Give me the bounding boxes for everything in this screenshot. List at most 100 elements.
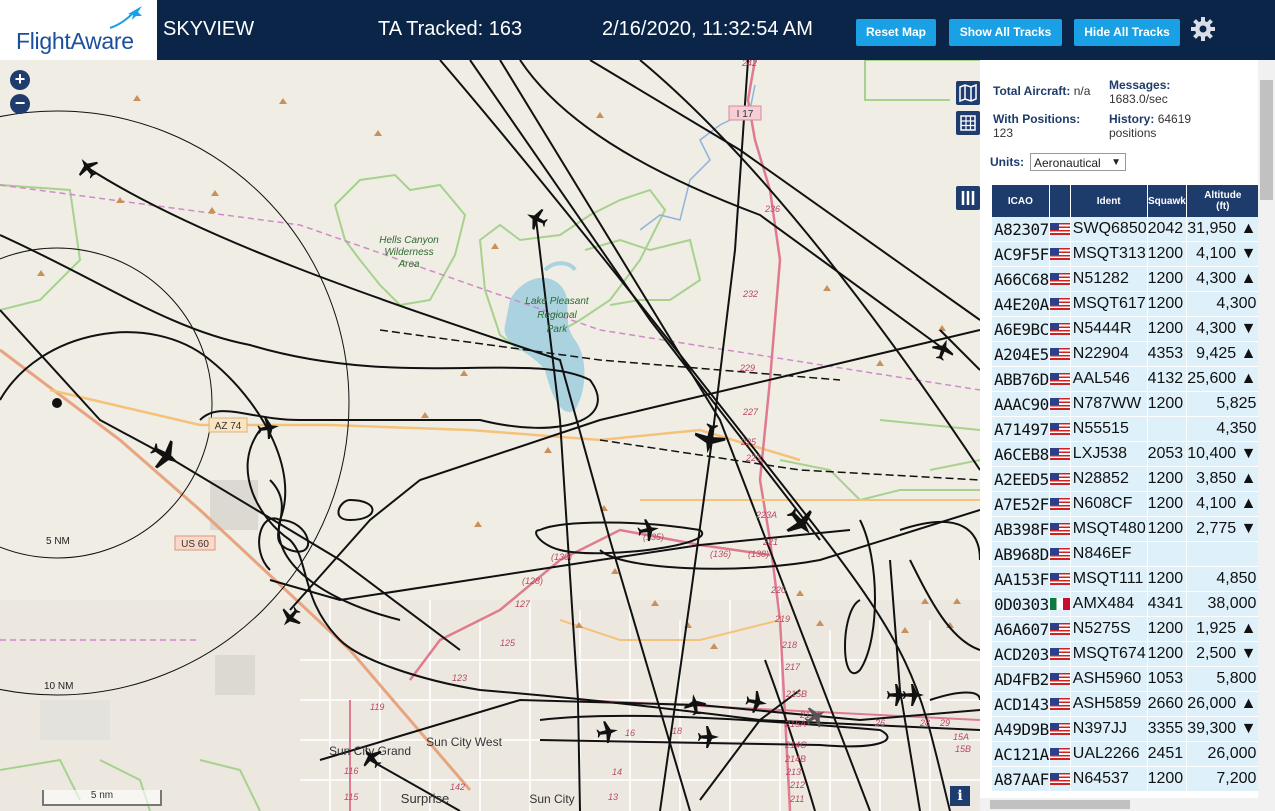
columns-icon[interactable] — [956, 186, 980, 210]
label-sun-city-west: Sun City West — [426, 735, 502, 749]
table-row[interactable]: A7E52F N608CF 1200 4,100 ▲ — [992, 492, 1259, 517]
table-row[interactable]: A6A607 N5275S 1200 1,925 ▲ — [992, 617, 1259, 642]
map-svg[interactable]: Hells Canyon Wilderness Area Lake Pleasa… — [0, 60, 980, 811]
show-all-tracks-button[interactable]: Show All Tracks — [949, 19, 1062, 46]
row-icao: AB968D — [992, 542, 1049, 567]
row-icao: A6CEB8 — [992, 442, 1049, 467]
table-row[interactable]: AB398F MSQT480 1200 2,775 ▼ — [992, 517, 1259, 542]
table-row[interactable]: AAAC90 N787WW 1200 5,825 — [992, 392, 1259, 417]
row-icao: AC121A — [992, 742, 1049, 767]
label-hells-canyon: Hells Canyon — [379, 235, 439, 246]
us-flag-icon — [1049, 322, 1070, 335]
row-squawk: 1200 — [1147, 617, 1187, 642]
row-flag — [1049, 392, 1070, 417]
table-row[interactable]: A2EED5 N28852 1200 3,850 ▲ — [992, 467, 1259, 492]
scale-bar: 5 nm — [42, 790, 162, 806]
table-row[interactable]: AC9F5F MSQT313 1200 4,100 ▼ — [992, 242, 1259, 267]
exit-213: 213 — [785, 767, 801, 777]
table-row[interactable]: 0D0303 AMX484 4341 38,000 — [992, 592, 1259, 617]
exit-15b: 15B — [955, 744, 971, 754]
row-flag — [1049, 442, 1070, 467]
row-squawk: 1200 — [1147, 317, 1187, 342]
reset-map-button[interactable]: Reset Map — [856, 19, 936, 46]
units-select[interactable]: Aeronautical ▼ — [1030, 153, 1126, 171]
exit-130: (130) — [551, 552, 572, 562]
table-row[interactable]: A204E5 N22904 4353 9,425 ▲ — [992, 342, 1259, 367]
exit-125: 125 — [500, 638, 516, 648]
table-row[interactable]: AD4FB2 ASH5960 1053 5,800 — [992, 667, 1259, 692]
aircraft-icon[interactable] — [145, 435, 186, 476]
row-altitude: 4,850 — [1187, 567, 1259, 592]
col-altitude[interactable]: Altitude (ft) — [1187, 185, 1259, 217]
map-layers-icon[interactable] — [956, 81, 980, 105]
col-ident[interactable]: Ident — [1070, 185, 1147, 217]
aircraft-icon[interactable] — [929, 336, 957, 363]
row-ident: N5444R — [1070, 317, 1147, 342]
row-ident: AAL546 — [1070, 367, 1147, 392]
total-aircraft-value: n/a — [1073, 84, 1091, 98]
row-flag — [1049, 467, 1070, 492]
row-ident: MSQT674 — [1070, 642, 1147, 667]
row-ident: MSQT313 — [1070, 242, 1147, 267]
exit-29: 29 — [939, 718, 950, 728]
horizontal-scrollbar[interactable] — [980, 798, 1258, 811]
table-row[interactable]: ACD143 ASH5859 2660 26,000 ▲ — [992, 692, 1259, 717]
row-altitude: 2,500 ▼ — [1187, 642, 1259, 667]
gear-icon[interactable] — [1190, 16, 1216, 42]
row-icao: A2EED5 — [992, 467, 1049, 492]
row-squawk: 1200 — [1147, 467, 1187, 492]
chevron-down-icon: ▼ — [1111, 157, 1121, 168]
units-label: Units: — [990, 155, 1024, 169]
grid-icon[interactable] — [956, 111, 980, 135]
exit-142: 142 — [450, 782, 465, 792]
row-squawk: 4353 — [1147, 342, 1187, 367]
hscroll-thumb[interactable] — [990, 800, 1130, 809]
exit-219: 219 — [774, 614, 790, 624]
table-row[interactable]: A82307 SWQ6850 2042 31,950 ▲ — [992, 217, 1259, 242]
exit-218: 218 — [781, 640, 797, 650]
altitude-unit: (ft) — [1216, 201, 1230, 212]
scroll-thumb[interactable] — [1260, 80, 1273, 200]
col-icao[interactable]: ICAO — [992, 185, 1049, 217]
exit-26: 26 — [874, 718, 885, 728]
exit-229: 229 — [739, 363, 755, 373]
table-row[interactable]: A71497 N55515 4,350 — [992, 417, 1259, 442]
table-row[interactable]: AB968D N846EF — [992, 542, 1259, 567]
exit-127: 127 — [515, 599, 531, 609]
exit-215b: 215B — [785, 689, 807, 699]
vertical-scrollbar[interactable] — [1258, 60, 1275, 811]
us-flag-icon — [1049, 297, 1070, 310]
table-row[interactable]: A6E9BC N5444R 1200 4,300 ▼ — [992, 317, 1259, 342]
table-row[interactable]: AC121A UAL2266 2451 26,000 — [992, 742, 1259, 767]
row-icao: A71497 — [992, 417, 1049, 442]
row-altitude: 10,400 ▼ — [1187, 442, 1259, 467]
flightaware-logo[interactable]: FlightAware — [0, 0, 157, 60]
col-squawk[interactable]: Squawk — [1147, 185, 1187, 217]
row-flag — [1049, 642, 1070, 667]
hide-all-tracks-button[interactable]: Hide All Tracks — [1074, 19, 1180, 46]
exit-128: (128) — [522, 576, 543, 586]
table-row[interactable]: A66C68 N51282 1200 4,300 ▲ — [992, 267, 1259, 292]
table-row[interactable]: A4E20A MSQT617 1200 4,300 — [992, 292, 1259, 317]
row-ident: N608CF — [1070, 492, 1147, 517]
exit-215a: 215A — [784, 719, 806, 729]
exit-115: 115 — [344, 792, 359, 802]
table-row[interactable]: A87AAF N64537 1200 7,200 — [992, 767, 1259, 792]
exit-119: 119 — [370, 702, 384, 712]
row-altitude: 7,200 — [1187, 767, 1259, 792]
zoom-in-button[interactable]: + — [10, 70, 30, 90]
table-row[interactable]: ABB76D AAL546 4132 25,600 ▲ — [992, 367, 1259, 392]
map-canvas[interactable]: Hells Canyon Wilderness Area Lake Pleasa… — [0, 60, 980, 811]
table-row[interactable]: A6CEB8 LXJ538 2053 10,400 ▼ — [992, 442, 1259, 467]
table-row[interactable]: ACD203 MSQT674 1200 2,500 ▼ — [992, 642, 1259, 667]
zoom-out-button[interactable]: − — [10, 94, 30, 114]
table-row[interactable]: AA153F MSQT111 1200 4,850 — [992, 567, 1259, 592]
aircraft-icon[interactable] — [73, 153, 103, 183]
row-flag — [1049, 617, 1070, 642]
info-button[interactable]: i — [950, 786, 970, 806]
row-squawk: 1200 — [1147, 242, 1187, 267]
row-icao: A6A607 — [992, 617, 1049, 642]
row-altitude: 38,000 — [1187, 592, 1259, 617]
table-row[interactable]: A49D9B N397JJ 3355 39,300 ▼ — [992, 717, 1259, 742]
col-flag[interactable] — [1049, 185, 1070, 217]
